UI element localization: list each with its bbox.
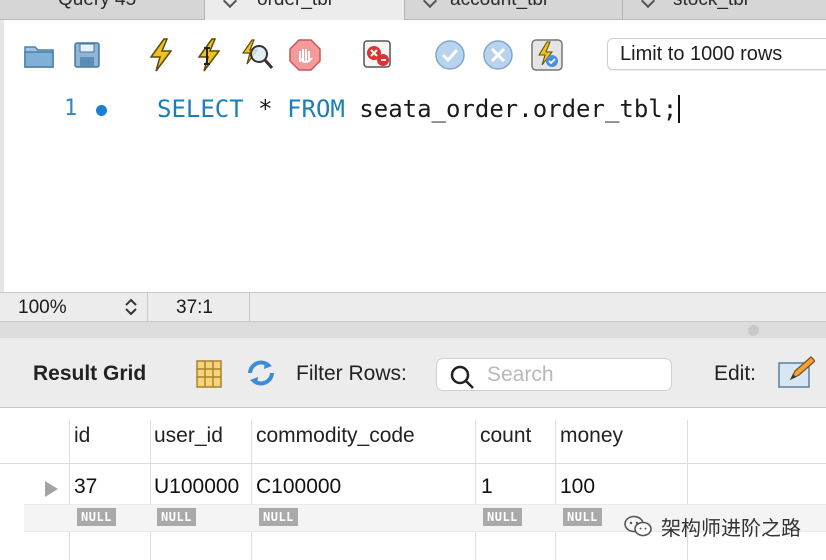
column-divider <box>150 420 151 560</box>
null-badge-commodity-code[interactable]: NULL <box>259 508 298 526</box>
filter-rows-label: Filter Rows: <box>296 362 407 385</box>
tab-account-tbl-label: account_tbl <box>450 0 547 11</box>
stop-icon[interactable] <box>288 38 322 72</box>
status-divider <box>249 293 250 321</box>
column-divider <box>69 420 70 560</box>
tab-account-tbl[interactable]: account_tbl <box>405 0 623 20</box>
sql-table-name: seata_order.order_tbl; <box>344 95 678 123</box>
tab-stock-tbl-label: stock_tbl <box>673 0 748 11</box>
filter-search-input[interactable] <box>487 362 662 388</box>
commit-icon[interactable] <box>433 38 467 72</box>
column-divider <box>555 420 556 560</box>
chat-bubbles-icon <box>624 515 652 536</box>
column-header-id[interactable]: id <box>74 424 90 448</box>
panel-splitter[interactable] <box>0 322 826 338</box>
null-badge-id[interactable]: NULL <box>77 508 116 526</box>
column-header-money[interactable]: money <box>560 424 623 448</box>
search-icon <box>450 365 474 389</box>
current-row-arrow-icon <box>45 481 58 497</box>
editor-status-bar: 100% 37:1 <box>0 292 826 322</box>
column-header-user-id[interactable]: user_id <box>154 424 223 448</box>
sql-editor[interactable]: 1 SELECT * FROM seata_order.order_tbl; <box>0 90 826 293</box>
zoom-level: 100% <box>18 297 67 318</box>
execute-icon[interactable] <box>144 38 178 72</box>
execute-current-icon[interactable] <box>192 38 226 72</box>
sql-code-line[interactable]: SELECT * FROM seata_order.order_tbl; <box>157 95 681 123</box>
rollback-icon[interactable] <box>481 38 515 72</box>
line-number: 1 <box>64 96 78 121</box>
cell-user-id[interactable]: U100000 <box>154 475 239 499</box>
table-tab-icon <box>222 0 238 9</box>
sql-editor-toolbar: Limit to 1000 rows <box>0 20 826 90</box>
refresh-icon[interactable] <box>244 358 278 388</box>
query-tab-strip: Query 45 order_tbl account_tbl stock_tbl <box>0 0 826 20</box>
result-toolbar: Result Grid Filter Rows: Edit: <box>0 338 826 408</box>
sql-star: * <box>243 95 288 123</box>
tab-stock-tbl[interactable]: stock_tbl <box>623 0 826 20</box>
splitter-handle[interactable] <box>748 325 759 336</box>
explain-icon[interactable] <box>240 38 274 72</box>
text-caret <box>678 95 681 123</box>
edit-label: Edit: <box>714 362 757 385</box>
tab-query-45[interactable]: Query 45 <box>0 0 205 20</box>
column-header-count[interactable]: count <box>480 424 531 448</box>
watermark-text: 架构师进阶之路 <box>661 518 801 540</box>
column-divider <box>251 420 252 560</box>
sql-keyword-from: FROM <box>287 95 345 123</box>
zoom-stepper-icon[interactable] <box>122 296 140 318</box>
edit-pencil-icon[interactable] <box>777 355 815 389</box>
null-badge-count[interactable]: NULL <box>483 508 522 526</box>
save-icon[interactable] <box>70 38 104 72</box>
watermark: 架构师进阶之路 <box>623 512 801 541</box>
autocommit-icon[interactable] <box>530 38 564 72</box>
open-file-icon[interactable] <box>22 38 56 72</box>
grid-header-row: id user_id commodity_code count money <box>0 408 826 464</box>
grid-view-icon[interactable] <box>195 359 223 389</box>
status-divider <box>147 293 148 321</box>
filter-search-box[interactable] <box>436 358 672 391</box>
cell-id[interactable]: 37 <box>74 475 97 499</box>
tab-order-tbl-label: order_tbl <box>257 0 332 11</box>
tab-query-45-label: Query 45 <box>58 0 136 11</box>
null-badge-user-id[interactable]: NULL <box>157 508 196 526</box>
table-tab-icon <box>422 0 438 9</box>
column-header-commodity-code[interactable]: commodity_code <box>256 424 415 448</box>
cell-commodity-code[interactable]: C100000 <box>256 475 341 499</box>
row-limit-select[interactable]: Limit to 1000 rows <box>607 38 826 70</box>
cursor-position: 37:1 <box>176 297 213 318</box>
column-divider <box>475 420 476 560</box>
sql-keyword-select: SELECT <box>157 95 244 123</box>
statement-marker-icon[interactable] <box>96 105 107 116</box>
table-tab-icon <box>640 0 656 9</box>
result-grid-title: Result Grid <box>33 362 147 385</box>
null-badge-money[interactable]: NULL <box>563 508 602 526</box>
cell-count[interactable]: 1 <box>481 475 493 499</box>
tab-order-tbl[interactable]: order_tbl <box>205 0 405 20</box>
cell-money[interactable]: 100 <box>560 475 595 499</box>
toggle-error-icon[interactable] <box>361 38 395 72</box>
